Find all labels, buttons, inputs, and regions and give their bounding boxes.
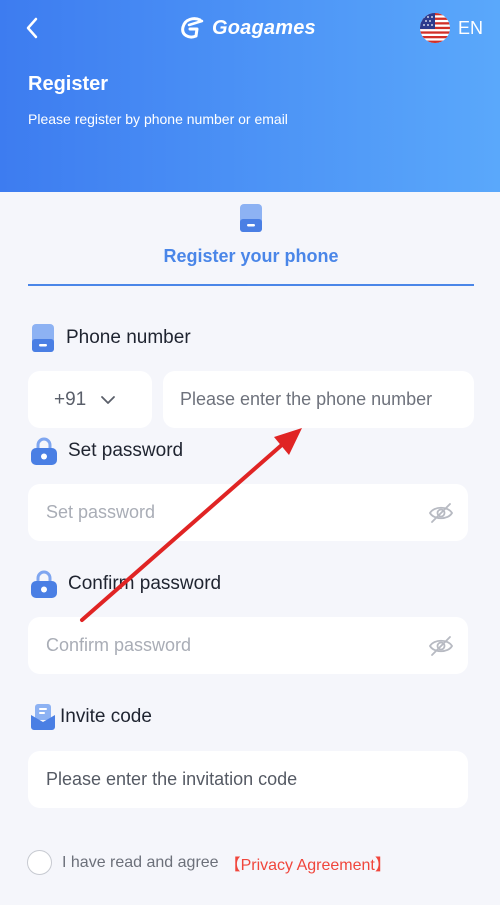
phone-icon [240, 204, 262, 232]
lock-icon [31, 437, 57, 465]
phone-input[interactable] [180, 389, 474, 410]
tab-register-phone[interactable]: Register your phone [28, 200, 474, 286]
page-subtitle: Please register by phone number or email [28, 111, 288, 127]
password-label-row: Set password [30, 436, 183, 466]
back-button[interactable] [18, 14, 46, 42]
confirm-password-label: Confirm password [68, 573, 222, 594]
brand-name: Goagames [212, 16, 316, 39]
brand-mark-icon [181, 17, 204, 39]
toggle-password-visibility[interactable] [428, 500, 454, 526]
brand-logo: Goagames [180, 14, 316, 42]
password-input[interactable] [46, 502, 428, 523]
password-field[interactable] [28, 484, 468, 541]
tab-label: Register your phone [163, 246, 339, 266]
lock-icon [31, 570, 57, 598]
agreement-checkbox[interactable] [27, 850, 52, 875]
country-code-value: +91 [54, 388, 87, 410]
toggle-confirm-password-visibility[interactable] [428, 633, 454, 659]
confirm-password-input[interactable] [46, 635, 428, 656]
language-switcher[interactable]: EN [420, 12, 483, 44]
phone-label-row: Phone number [30, 323, 191, 353]
eye-off-icon [428, 502, 454, 523]
invite-icon [31, 704, 55, 730]
language-label: EN [458, 17, 484, 38]
confirm-password-label-row: Confirm password [30, 569, 221, 599]
invite-input[interactable] [46, 769, 468, 790]
chevron-left-icon [26, 17, 38, 39]
us-flag-icon [420, 13, 450, 43]
phone-label: Phone number [66, 327, 191, 348]
invite-field[interactable] [28, 751, 468, 808]
privacy-agreement-link[interactable]: 【Privacy Agreement】 [225, 851, 391, 875]
phone-icon [32, 324, 54, 352]
password-label: Set password [68, 440, 184, 461]
confirm-password-field[interactable] [28, 617, 468, 674]
phone-field[interactable] [163, 371, 474, 428]
eye-off-icon [428, 635, 454, 656]
invite-label: Invite code [60, 706, 152, 727]
agreement-row: I have read and agree 【Privacy Agreement… [27, 850, 391, 875]
header: Goagames EN Register Please register by … [0, 0, 500, 192]
country-code-select[interactable]: +91 [28, 371, 152, 428]
agreement-text: I have read and agree [62, 853, 219, 871]
page-title: Register [28, 73, 109, 95]
chevron-down-icon [101, 395, 116, 404]
invite-label-row: Invite code [30, 703, 152, 731]
tab-underline [28, 284, 474, 286]
